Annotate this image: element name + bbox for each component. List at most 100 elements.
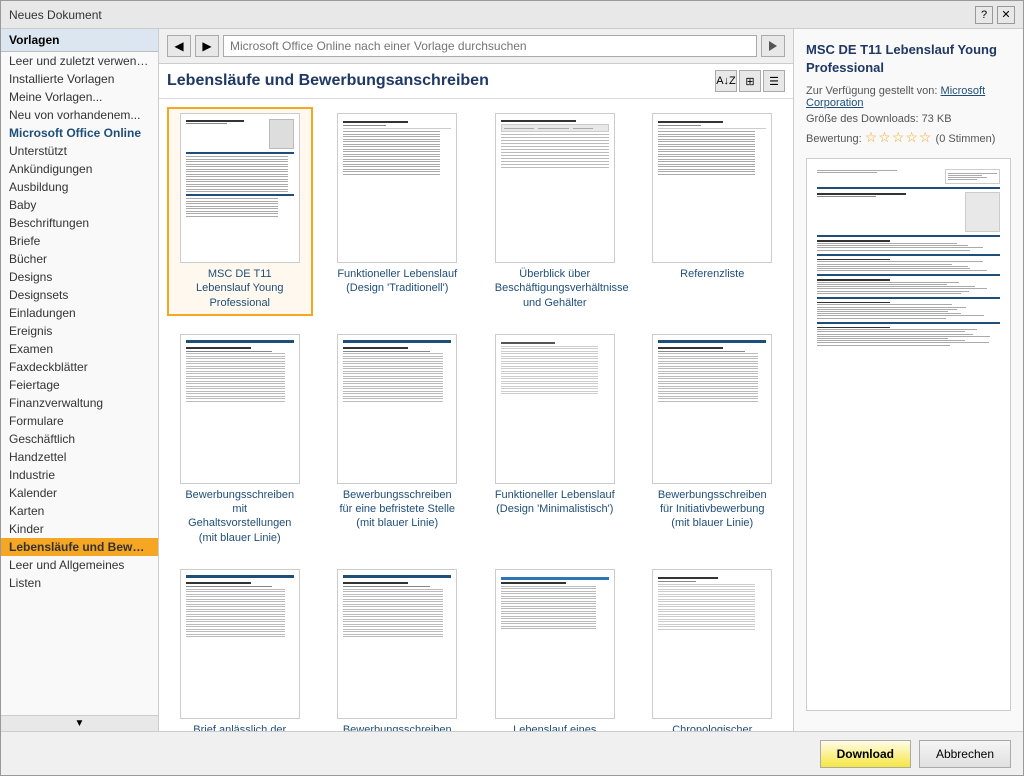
sidebar-list: Leer und zuletzt verwendetInstallierte V… <box>1 52 158 715</box>
sidebar-item-handzettel[interactable]: Handzettel <box>1 448 158 466</box>
sidebar-item-installierte[interactable]: Installierte Vorlagen <box>1 70 158 88</box>
sidebar-item-karten[interactable]: Karten <box>1 502 158 520</box>
sidebar-item-baby[interactable]: Baby <box>1 196 158 214</box>
gallery-item-label: MSC DE T11 Lebenslauf Young Professional <box>180 267 300 310</box>
sidebar-item-kinder[interactable]: Kinder <box>1 520 158 538</box>
search-go-button[interactable] <box>761 35 785 57</box>
preview-large <box>806 158 1011 711</box>
sidebar-item-finanz[interactable]: Finanzverwaltung <box>1 394 158 412</box>
window-title: Neues Dokument <box>9 8 102 22</box>
gallery-thumbnail <box>495 334 615 484</box>
right-panel: MSC DE T11 Lebenslauf Young Professional… <box>793 29 1023 731</box>
sidebar-item-geschaeftlich[interactable]: Geschäftlich <box>1 430 158 448</box>
sidebar: Vorlagen Leer und zuletzt verwendetInsta… <box>1 29 159 731</box>
sidebar-item-feiertage[interactable]: Feiertage <box>1 376 158 394</box>
gallery-thumbnail <box>652 334 772 484</box>
preview-rating: Bewertung: ☆☆☆☆☆ (0 Stimmen) <box>806 129 1011 146</box>
view-list-button[interactable]: ☰ <box>763 70 785 92</box>
gallery-thumbnail <box>495 113 615 263</box>
sidebar-item-ausbildung[interactable]: Ausbildung <box>1 178 158 196</box>
gallery-item[interactable]: Funktioneller Lebenslauf (Design 'Tradit… <box>325 107 471 316</box>
gallery-thumbnail <box>652 113 772 263</box>
view-grid-button[interactable]: ⊞ <box>739 70 761 92</box>
close-button[interactable]: ✕ <box>997 6 1015 24</box>
gallery-thumbnail <box>495 569 615 719</box>
gallery-item-label: Funktioneller Lebenslauf (Design 'Tradit… <box>337 267 457 296</box>
gallery-item-label: Funktioneller Lebenslauf (Design 'Minima… <box>495 488 615 517</box>
gallery-item[interactable]: Funktioneller Lebenslauf (Design 'Minima… <box>482 328 628 551</box>
gallery-item[interactable]: Überblick über Beschäftigungsverhältniss… <box>482 107 628 316</box>
sort-az-button[interactable]: A↓Z <box>715 70 737 92</box>
main-window: Neues Dokument ? ✕ Vorlagen Leer und zul… <box>0 0 1024 776</box>
sidebar-item-einladungen[interactable]: Einladungen <box>1 304 158 322</box>
sidebar-item-beschriftungen[interactable]: Beschriftungen <box>1 214 158 232</box>
sidebar-item-leer[interactable]: Leer und zuletzt verwendet <box>1 52 158 70</box>
gallery-item[interactable]: Brief anlässlich der Suche einer neuen A… <box>167 563 313 731</box>
rating-votes: (0 Stimmen) <box>936 133 996 145</box>
sidebar-scroll-down[interactable]: ▼ <box>1 715 158 731</box>
gallery-item-label: Bewerbungsschreiben für Initiativbewerbu… <box>652 488 772 531</box>
sidebar-item-unterstuetzt[interactable]: Unterstützt <box>1 142 158 160</box>
gallery-item[interactable]: Bewerbungsschreiben für Initiativbewerbu… <box>640 328 786 551</box>
sidebar-item-formulare[interactable]: Formulare <box>1 412 158 430</box>
gallery-item-label: Bewerbungsschreiben für eine befristete … <box>337 488 457 531</box>
sidebar-item-meine[interactable]: Meine Vorlagen... <box>1 88 158 106</box>
gallery-thumbnail <box>337 569 457 719</box>
sidebar-item-neu[interactable]: Neu von vorhandenem... <box>1 106 158 124</box>
sidebar-item-listen[interactable]: Listen <box>1 574 158 592</box>
gallery-item[interactable]: Referenzliste <box>640 107 786 316</box>
gallery-thumbnail <box>652 569 772 719</box>
search-input[interactable] <box>223 35 757 57</box>
title-controls: ? ✕ <box>975 6 1015 24</box>
sidebar-item-designs[interactable]: Designs <box>1 268 158 286</box>
cancel-button[interactable]: Abbrechen <box>919 740 1011 768</box>
sidebar-item-fax[interactable]: Faxdeckblätter <box>1 358 158 376</box>
center-panel: ◀ ▶ Lebensläufe und Bewerbungsanschreibe… <box>159 29 793 731</box>
gallery-item-label: Chronologischer Lebenslauf (Minimalistis… <box>652 723 772 731</box>
size-value: 73 KB <box>922 113 952 125</box>
gallery-tools: A↓Z ⊞ ☰ <box>715 70 785 92</box>
sidebar-item-leer2[interactable]: Leer und Allgemeines <box>1 556 158 574</box>
title-bar: Neues Dokument ? ✕ <box>1 1 1023 29</box>
gallery-item[interactable]: Bewerbungsschreiben für eine befristete … <box>325 328 471 551</box>
rating-stars: ☆☆☆☆☆ <box>865 129 933 145</box>
sidebar-item-designsets[interactable]: Designsets <box>1 286 158 304</box>
gallery-item[interactable]: Lebenslauf eines Vertriebsmanagers (mode… <box>482 563 628 731</box>
sidebar-item-buecher[interactable]: Bücher <box>1 250 158 268</box>
gallery-item[interactable]: Bewerbungsschreiben für eine befristete … <box>325 563 471 731</box>
back-button[interactable]: ◀ <box>167 35 191 57</box>
gallery-item[interactable]: MSC DE T11 Lebenslauf Young Professional <box>167 107 313 316</box>
sidebar-item-ankuendigungen[interactable]: Ankündigungen <box>1 160 158 178</box>
gallery-item[interactable]: Bewerbungsschreiben mit Gehaltsvorstellu… <box>167 328 313 551</box>
sidebar-header: Vorlagen <box>1 29 158 52</box>
gallery-thumbnail <box>180 569 300 719</box>
preview-title: MSC DE T11 Lebenslauf Young Professional <box>806 41 1011 77</box>
forward-button[interactable]: ▶ <box>195 35 219 57</box>
gallery-item-label: Referenzliste <box>680 267 744 281</box>
sidebar-item-briefe[interactable]: Briefe <box>1 232 158 250</box>
preview-document <box>811 163 1006 706</box>
preview-provider: Zur Verfügung gestellt von: Microsoft Co… <box>806 85 1011 109</box>
search-bar: ◀ ▶ <box>159 29 793 64</box>
gallery-thumbnail <box>337 113 457 263</box>
gallery-item-label: Bewerbungsschreiben mit Gehaltsvorstellu… <box>180 488 300 545</box>
sidebar-item-examen[interactable]: Examen <box>1 340 158 358</box>
gallery-item-label: Bewerbungsschreiben für eine befristete … <box>337 723 457 731</box>
gallery-scroll-container[interactable]: MSC DE T11 Lebenslauf Young Professional… <box>159 99 793 731</box>
bottom-bar: Download Abbrechen <box>1 731 1023 775</box>
sidebar-item-lebenslaufe[interactable]: Lebensläufe und Bewerbungsanschrei... <box>1 538 158 556</box>
size-label: Größe des Downloads: <box>806 113 919 125</box>
download-button[interactable]: Download <box>820 740 911 768</box>
provider-label: Zur Verfügung gestellt von: <box>806 85 937 97</box>
gallery-item-label: Brief anlässlich der Suche einer neuen A… <box>180 723 300 731</box>
sidebar-item-online[interactable]: Microsoft Office Online <box>1 124 158 142</box>
gallery-thumbnail <box>180 334 300 484</box>
help-button[interactable]: ? <box>975 6 993 24</box>
sidebar-item-industrie[interactable]: Industrie <box>1 466 158 484</box>
sidebar-item-ereignis[interactable]: Ereignis <box>1 322 158 340</box>
go-arrow-icon <box>766 39 780 53</box>
gallery-item[interactable]: Chronologischer Lebenslauf (Minimalistis… <box>640 563 786 731</box>
sidebar-item-kalender[interactable]: Kalender <box>1 484 158 502</box>
gallery-item-label: Lebenslauf eines Vertriebsmanagers (mode… <box>495 723 615 731</box>
gallery-title: Lebensläufe und Bewerbungsanschreiben <box>167 72 715 90</box>
